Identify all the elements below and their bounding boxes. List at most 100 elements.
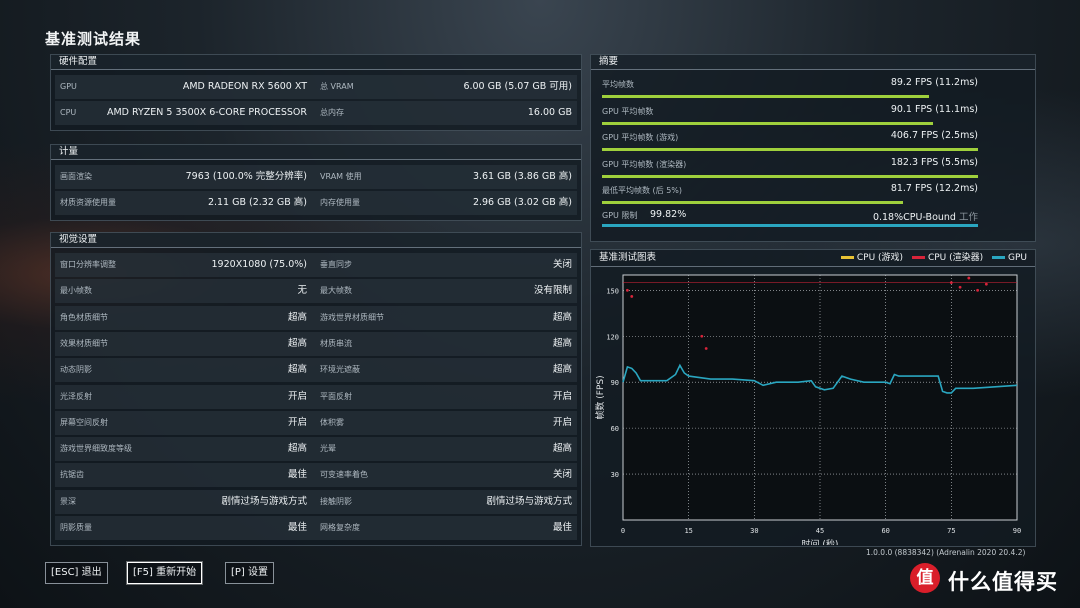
setting-label: 游戏世界细致度等级	[60, 444, 132, 454]
gpu-label: GPU	[60, 82, 77, 91]
setting-label: 角色材质细节	[60, 312, 108, 322]
memory-total-label: 总内存	[320, 108, 344, 117]
visual-setting-row: 动态阴影 超高 环境光遮蔽 超高	[55, 358, 577, 383]
visual-setting-row: 角色材质细节 超高 游戏世界材质细节 超高	[55, 305, 577, 330]
summary-row: GPU 平均帧数 (渲染器) 182.3 FPS (5.5ms)	[602, 155, 978, 181]
y-tick-label: 90	[611, 379, 619, 387]
restart-button[interactable]: [F5] 重新开始	[127, 562, 203, 584]
setting-value: 关闭	[552, 259, 572, 270]
visual-setting-row: 抗锯齿 最佳 可变速率着色 关闭	[55, 463, 577, 488]
setting-value: 最佳	[287, 522, 307, 533]
summary-row: 平均帧数 89.2 FPS (11.2ms)	[602, 75, 978, 101]
series-point-cpu-render	[625, 288, 629, 292]
x-axis-label: 时间 (秒)	[802, 538, 839, 545]
metrics-panel: 计量 画面渲染 7963 (100.0% 完整分辨率) VRAM 使用 3.61…	[50, 144, 582, 221]
chart-header: 基准测试图表 CPU (游戏) CPU (渲染器) GPU	[591, 250, 1035, 267]
fps-chart: 0 15 30 45 60 75 90 30 60 90 120 150 时间 (秒) 帧数 (FPS)	[594, 274, 1021, 545]
setting-value: 超高	[552, 443, 572, 455]
setting-value: 开启	[287, 390, 307, 402]
x-tick-label: 75	[947, 527, 955, 535]
series-point-cpu-render	[704, 347, 708, 350]
hardware-panel: 硬件配置 GPU AMD RADEON RX 5600 XT 总 VRAM 6.…	[50, 54, 582, 131]
settings-button[interactable]: [P] 设置	[225, 562, 275, 584]
series-point-cpu-render	[976, 288, 979, 292]
setting-value: 超高	[287, 443, 307, 455]
summary-panel: 摘要 GPU 限制 99.82% 0.18%CPU-Bound 工作 平均帧数 8…	[590, 54, 1036, 242]
setting-label: 阴影质量	[60, 523, 92, 532]
page-title: 基准测试结果	[45, 30, 142, 48]
cpu-bound-percent: 0.18%	[872, 212, 904, 223]
summary-label: GPU 平均帧数	[602, 106, 654, 116]
summary-row: 最低平均帧数 (后 5%) 81.7 FPS (12.2ms)	[602, 181, 978, 207]
setting-label: 光泽反射	[60, 391, 92, 401]
summary-bar	[602, 174, 978, 178]
setting-label: 景深	[60, 496, 76, 506]
legend-swatch-cpu-render	[911, 256, 925, 259]
summary-label: GPU 平均帧数 (渲染器)	[602, 159, 687, 169]
x-tick-label: 0	[621, 527, 625, 535]
setting-value: 开启	[552, 390, 572, 402]
setting-value: 关闭	[552, 469, 572, 481]
setting-label: 体积雾	[320, 417, 344, 427]
cpu-value: AMD RYZEN 5 3500X 6-CORE PROCESSOR	[106, 107, 307, 118]
y-axis-label: 帧数 (FPS)	[594, 375, 606, 419]
y-tick-label: 60	[611, 425, 619, 433]
setting-value: 没有限制	[533, 285, 572, 297]
setting-value: 最佳	[287, 469, 307, 481]
x-tick-label: 30	[750, 527, 758, 535]
texture-usage-label: 材质资源使用量	[60, 198, 116, 207]
setting-label: 最小帧数	[60, 286, 92, 296]
legend-swatch-cpu-game	[840, 256, 854, 259]
series-point-cpu-render	[967, 276, 971, 280]
setting-label: 游戏世界材质细节	[320, 312, 384, 322]
x-tick-label: 90	[1013, 527, 1021, 535]
cpu-bound-suffix: 工作	[958, 212, 978, 223]
visual-setting-row: 游戏世界细致度等级 超高 光晕 超高	[55, 437, 577, 462]
cpu-bound-label: CPU-Bound	[903, 212, 956, 223]
summary-label: GPU 平均帧数 (游戏)	[602, 133, 679, 142]
setting-value: 最佳	[552, 522, 572, 533]
visual-setting-row: 阴影质量 最佳 网格复杂度 最佳	[55, 516, 577, 540]
setting-label: 动态阴影	[60, 365, 92, 375]
summary-value: 406.7 FPS (2.5ms)	[890, 130, 978, 141]
summary-header: 摘要	[591, 55, 1035, 70]
legend-cpu-game: CPU (游戏)	[856, 253, 904, 263]
series-point-cpu-render	[630, 295, 634, 298]
setting-value: 超高	[287, 311, 307, 323]
cpu-bound-text: 0.18%CPU-Bound 工作	[873, 209, 978, 223]
gpu-limit-row: GPU 限制 99.82% 0.18%CPU-Bound 工作	[602, 207, 978, 229]
summary-value: 89.2 FPS (11.2ms)	[890, 77, 978, 88]
legend-gpu: GPU	[1008, 253, 1027, 263]
setting-value: 开启	[552, 416, 572, 428]
hardware-row-cpu: CPU AMD RYZEN 5 3500X 6-CORE PROCESSOR 总…	[55, 101, 577, 125]
setting-value: 超高	[552, 364, 572, 376]
setting-label: 屏幕空间反射	[60, 417, 108, 427]
setting-label: 抗锯齿	[60, 470, 84, 480]
texture-usage-value: 2.11 GB (2.32 GB 高)	[207, 197, 307, 208]
memory-total-value: 16.00 GB	[527, 107, 572, 118]
exit-button[interactable]: [ESC] 退出	[45, 562, 108, 584]
visual-settings-header: 视觉设置	[51, 233, 581, 248]
y-tick-label: 150	[606, 287, 619, 295]
gpu-limit-label: GPU 限制	[602, 211, 638, 220]
setting-value: 剧情过场与游戏方式	[486, 495, 572, 507]
x-tick-label: 15	[684, 527, 692, 535]
setting-label: 网格复杂度	[320, 523, 360, 532]
summary-label: 最低平均帧数 (后 5%)	[602, 186, 683, 195]
vram-usage-label: VRAM 使用	[320, 172, 362, 181]
gpu-limit-percent: 99.82%	[650, 209, 687, 220]
brand-logo-icon: 值	[910, 563, 940, 593]
brand-text: 什么值得买	[948, 570, 1058, 594]
x-tick-label: 45	[816, 527, 824, 535]
setting-label: 效果材质细节	[60, 338, 108, 348]
setting-value: 无	[297, 285, 307, 297]
setting-label: 最大帧数	[320, 286, 352, 296]
summary-value: 182.3 FPS (5.5ms)	[890, 156, 978, 168]
chart-legend: CPU (游戏) CPU (渲染器) GPU	[835, 250, 1027, 266]
setting-label: 可变速率着色	[320, 470, 368, 480]
setting-label: 材质串流	[320, 338, 352, 348]
setting-value: 1920X1080 (75.0%)	[211, 259, 307, 270]
version-text: 1.0.0.0 (8838342) (Adrenalin 2020 20.4.2…	[866, 548, 1026, 557]
series-point-cpu-render	[949, 281, 953, 285]
summary-bar	[602, 148, 978, 151]
